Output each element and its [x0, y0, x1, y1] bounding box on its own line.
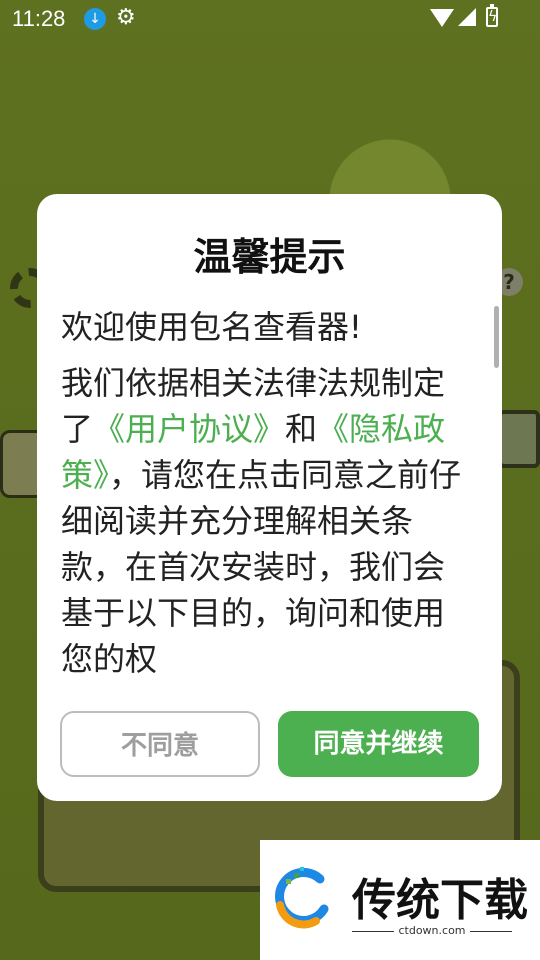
status-time: 11:28 — [12, 6, 66, 31]
battery-charging-icon — [486, 4, 498, 27]
brand-name: 传统下载 — [352, 875, 528, 926]
watermark: 传统下载 ctdown.com — [260, 840, 540, 960]
divider — [470, 931, 512, 932]
gear-icon: ⚙ — [116, 5, 136, 30]
agree-continue-button[interactable]: 同意并继续 — [278, 711, 479, 777]
status-bar: 11:28 ↓ ⚙ — [0, 0, 540, 38]
body-text-part2: ，请您在点击同意之前仔细阅读并充分理解相关条款，在首次安装时，我们会基于以下目的… — [61, 456, 462, 676]
wifi-icon — [430, 9, 454, 27]
user-agreement-link[interactable]: 《用户协议》 — [93, 410, 285, 448]
signal-icon — [458, 8, 476, 26]
and-text: 和 — [285, 410, 318, 448]
dialog-content[interactable]: 欢迎使用包名查看器! 我们依据相关法律法规制定了《用户协议》和《隐私政策》，请您… — [61, 304, 471, 676]
welcome-text: 欢迎使用包名查看器! — [61, 308, 362, 346]
policy-text: 我们依据相关法律法规制定了《用户协议》和《隐私政策》，请您在点击同意之前仔细阅读… — [61, 360, 471, 676]
download-icon: ↓ — [84, 8, 106, 30]
privacy-dialog: 温馨提示 欢迎使用包名查看器! 我们依据相关法律法规制定了《用户协议》和《隐私政… — [37, 194, 502, 801]
background-monitor-icon — [498, 410, 540, 468]
content-scrollbar[interactable] — [494, 306, 499, 368]
dialog-title: 温馨提示 — [193, 235, 346, 279]
disagree-button[interactable]: 不同意 — [60, 711, 260, 777]
brand-logo-icon — [275, 867, 329, 929]
